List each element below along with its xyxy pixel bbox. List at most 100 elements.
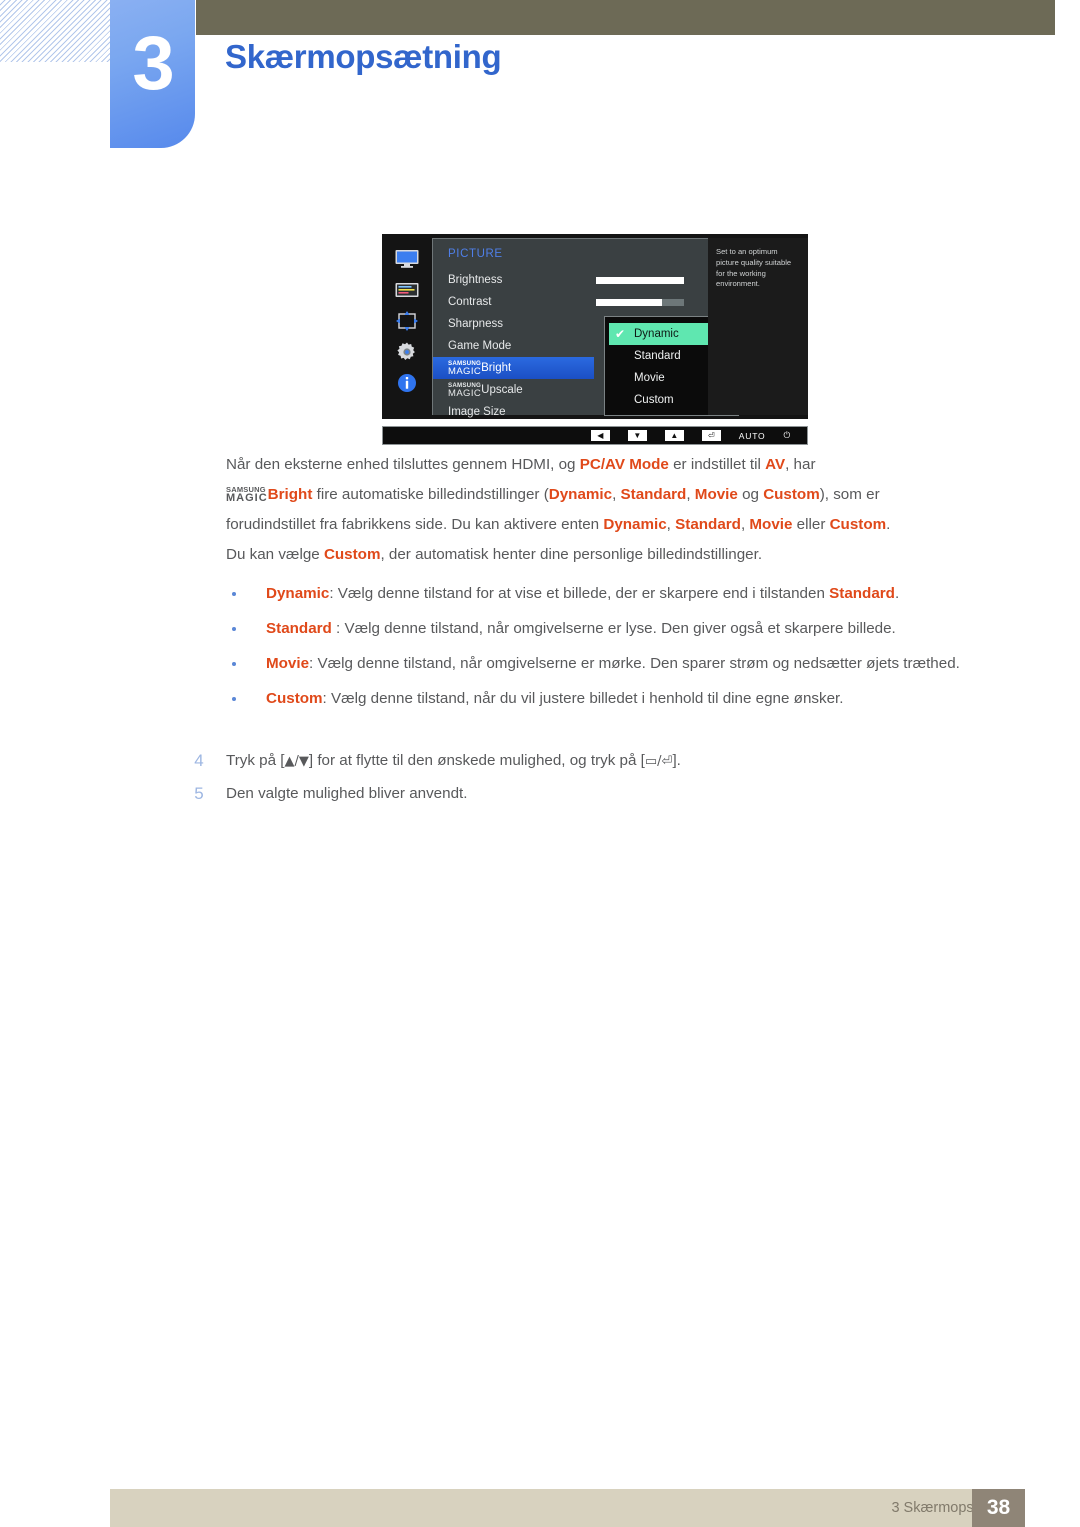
info-icon[interactable] [393, 372, 421, 394]
submenu-option-label: Dynamic [634, 328, 679, 340]
osd-menu-items: Brightness Contrast Sharpness Game Mode … [433, 269, 594, 423]
bullet-term-ref: Standard [829, 585, 895, 602]
osd-item-label: Game Mode [448, 340, 512, 352]
bullet-text: Vælg denne tilstand, når du vil justere … [330, 690, 844, 707]
updown-arrow-icon: ▲/▼ [284, 754, 309, 769]
osd-item-sharpness[interactable]: Sharpness [433, 313, 593, 335]
osd-item-game-mode[interactable]: Game Mode [433, 335, 593, 357]
page-title: Skærmopsætning [225, 38, 502, 75]
step-text: Den valgte mulighed bliver anvendt. [226, 785, 468, 802]
bullet-separator: : [309, 655, 318, 672]
osd-item-magicbright[interactable]: SAMSUNG MAGIC Bright [433, 357, 594, 379]
dynamic-term: Dynamic [548, 486, 613, 503]
magic-logo-mid: MAGIC [226, 492, 268, 504]
osd-item-magicupscale[interactable]: SAMSUNG MAGIC Upscale [433, 379, 593, 401]
bullet-term: Custom [266, 690, 323, 707]
osd-item-label: Upscale [481, 384, 523, 396]
osd-menu-figure: PICTURE Brightness Contrast Sharpness Ga… [382, 234, 808, 445]
contrast-slider-fill [596, 298, 662, 306]
paragraph-text: . [886, 516, 891, 533]
numbered-steps: 4 Tryk på [▲/▼] for at flytte til den øns… [186, 745, 1016, 810]
submenu-option-label: Movie [634, 372, 665, 384]
up-arrow-key-icon[interactable]: ▲ [664, 430, 684, 441]
paragraph-text: Du kan vælge [226, 546, 324, 563]
intro-paragraph: Når den eksterne enhed tilsluttes gennem… [226, 450, 1016, 570]
paragraph-text: eller [792, 516, 830, 533]
check-icon: ✔ [615, 327, 626, 341]
osd-item-label: Brightness [448, 274, 503, 286]
osd-item-image-size[interactable]: Image Size [433, 401, 593, 423]
footer-bar [110, 1489, 1025, 1527]
custom-term: Custom [323, 546, 381, 563]
custom-term: Custom [829, 516, 887, 533]
osd-item-label: Contrast [448, 296, 492, 308]
list-item: Movie: Vælg denne tilstand, når omgivels… [226, 648, 1016, 679]
gear-icon[interactable] [393, 341, 421, 363]
power-icon[interactable]: ⏻ [783, 430, 791, 441]
header-bar [196, 0, 1055, 35]
bullet-separator: : [322, 690, 331, 707]
samsung-magic-logo: SAMSUNG MAGIC [226, 485, 268, 505]
movie-term: Movie [749, 516, 793, 533]
dynamic-term: Dynamic [603, 516, 667, 533]
osd-panel: PICTURE Brightness Contrast Sharpness Ga… [382, 234, 808, 419]
step-item: 5 Den valgte mulighed bliver anvendt. [186, 778, 1016, 810]
paragraph-text: er indstillet til [668, 456, 766, 473]
osd-icon-rail [382, 234, 432, 419]
bullet-separator: : [331, 620, 345, 637]
samsung-magic-logo: SAMSUNG MAGIC [448, 360, 482, 378]
paragraph-text: , [666, 516, 676, 533]
bullet-term: Standard [266, 620, 332, 637]
step-item: 4 Tryk på [▲/▼] for at flytte til den øns… [186, 745, 1016, 778]
list-item: Custom: Vælg denne tilstand, når du vil … [226, 683, 1016, 714]
paragraph-text: fire automatiske billedindstillinger ( [312, 486, 549, 503]
bright-term: Bright [267, 486, 313, 503]
enter-key-icon[interactable]: ⏎ [701, 430, 721, 441]
av-term: AV [765, 456, 786, 473]
standard-term: Standard [620, 486, 687, 503]
bullet-text-end: . [894, 585, 900, 602]
color-bars-icon[interactable] [393, 279, 421, 301]
step-text: Tryk på [ [226, 752, 285, 769]
magic-logo-mid: MAGIC [448, 366, 482, 378]
custom-term: Custom [763, 486, 820, 503]
contrast-slider-track[interactable] [596, 298, 684, 306]
step-text: ]. [672, 752, 681, 769]
step-number: 4 [194, 751, 204, 770]
paragraph-text: , har [785, 456, 816, 473]
pcav-mode-term: PC/AV Mode [579, 456, 669, 473]
list-item: Dynamic: Vælg denne tilstand for at vise… [226, 578, 1016, 609]
brightness-slider-track[interactable] [596, 276, 684, 284]
osd-menu-title: PICTURE [448, 248, 503, 260]
position-arrows-icon[interactable] [393, 310, 421, 332]
monitor-icon[interactable] [393, 248, 421, 270]
osd-item-contrast[interactable]: Contrast [433, 291, 593, 313]
osd-item-label: Bright [481, 362, 512, 374]
bullet-text: Vælg denne tilstand, når omgivelserne er… [317, 655, 960, 672]
standard-term: Standard [675, 516, 741, 533]
page-number-badge: 38 [972, 1489, 1025, 1527]
paragraph-text: og [737, 486, 764, 503]
magic-logo-mid: MAGIC [448, 388, 482, 400]
bullet-term: Dynamic [266, 585, 330, 602]
left-arrow-key-icon[interactable]: ◀ [590, 430, 610, 441]
osd-item-brightness[interactable]: Brightness [433, 269, 593, 291]
paragraph-text: , der automatisk henter dine personlige … [380, 546, 763, 563]
bullet-text: Vælg denne tilstand, når omgivelserne er… [344, 620, 896, 637]
paragraph-text: forudindstillet fra fabrikkens side. Du … [226, 516, 604, 533]
bullet-term: Movie [266, 655, 310, 672]
auto-button-label[interactable]: AUTO [739, 431, 766, 441]
mode-description-list: Dynamic: Vælg denne tilstand for at vise… [226, 578, 1016, 718]
submenu-option-label: Custom [634, 394, 674, 406]
paragraph-text: Når den eksterne enhed tilsluttes gennem… [226, 456, 580, 473]
bullet-separator: : [329, 585, 338, 602]
decorative-hatch-pattern [0, 0, 112, 62]
chapter-number-badge: 3 [110, 0, 195, 148]
brightness-slider-fill [596, 276, 684, 284]
list-item: Standard : Vælg denne tilstand, når omgi… [226, 613, 1016, 644]
menu-enter-key-icon: ▭/⏎ [644, 754, 673, 769]
down-arrow-key-icon[interactable]: ▼ [627, 430, 647, 441]
osd-item-label: Sharpness [448, 318, 503, 330]
step-number: 5 [194, 784, 204, 803]
movie-term: Movie [694, 486, 738, 503]
